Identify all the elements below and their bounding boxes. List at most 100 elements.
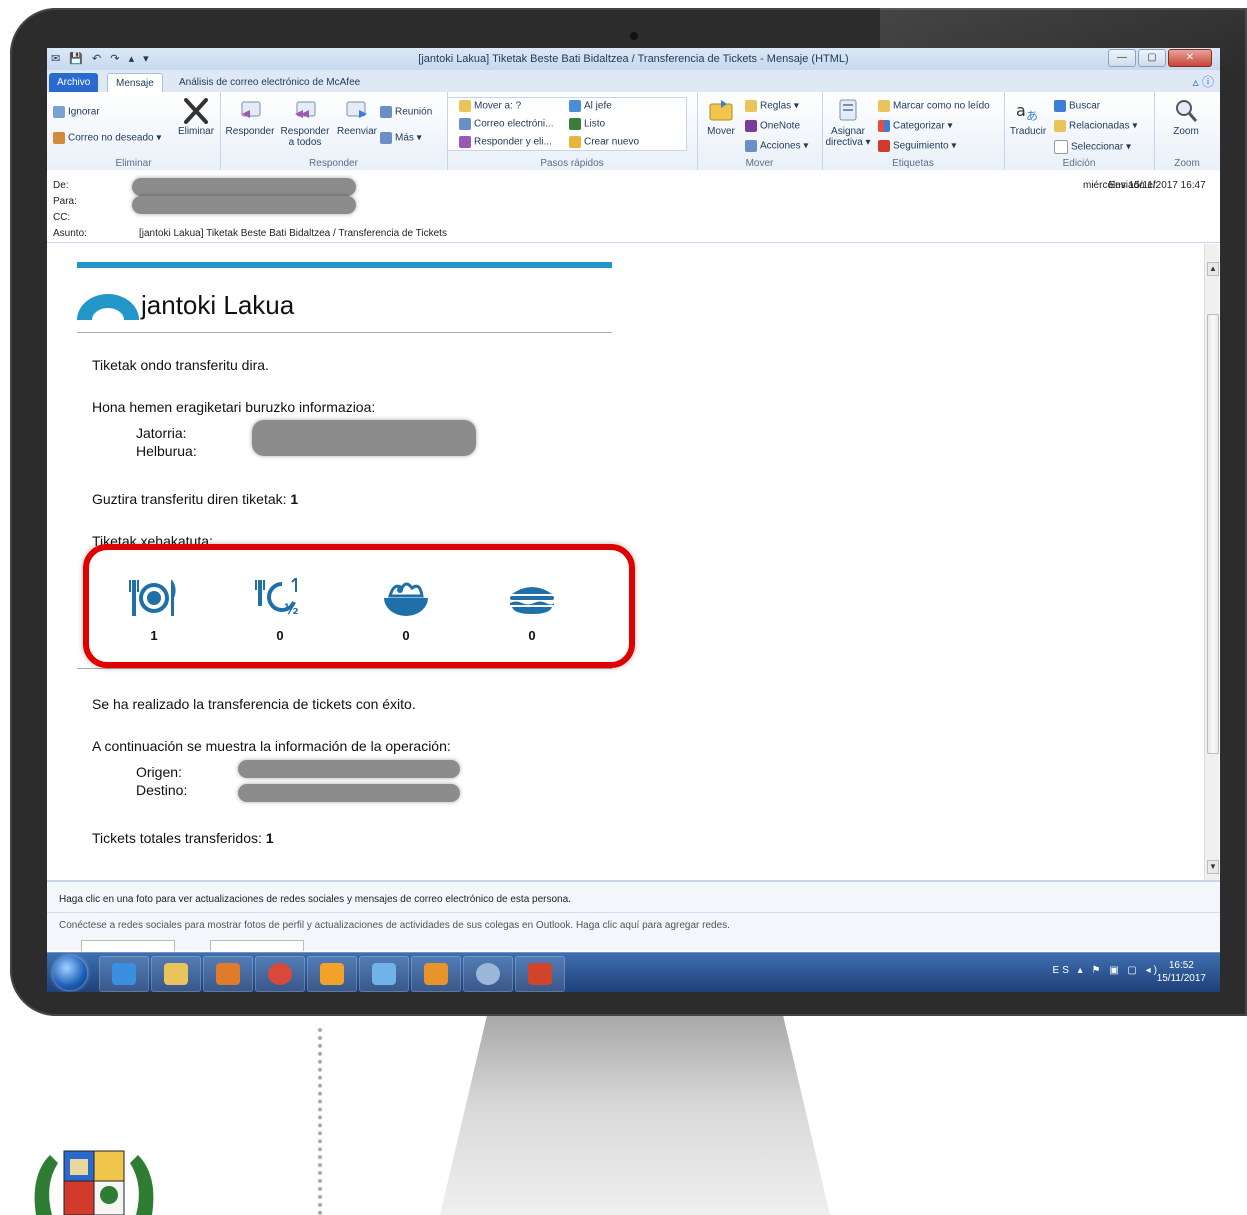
system-tray[interactable]: ES ▴ ⚑ ▣ ▢ ◂) bbox=[1053, 965, 1160, 976]
ribbon-tabs: Archivo Mensaje Análisis de correo elect… bbox=[47, 70, 1220, 93]
find-button[interactable]: Buscar bbox=[1054, 100, 1100, 113]
notes-icon bbox=[372, 963, 396, 985]
people-pane-divider bbox=[47, 912, 1220, 913]
envelope-icon bbox=[878, 100, 890, 112]
eu-total-line: Guztira transferitu diren tiketak: 1 bbox=[92, 491, 299, 507]
group-edicion: aあ Traducir Buscar Relacionadas ▾ Selecc… bbox=[1004, 92, 1155, 170]
delete-button[interactable]: Eliminar bbox=[173, 98, 219, 137]
move-button[interactable]: Mover bbox=[701, 98, 741, 137]
group-label-edicion: Edición bbox=[1062, 158, 1096, 169]
jantoki-logo: jantoki Lakua bbox=[77, 268, 612, 333]
group-mover: Mover Reglas ▾ OneNote Acciones ▾ Mover bbox=[697, 92, 823, 170]
minimize-button[interactable]: — bbox=[1108, 49, 1136, 67]
sent-value: miércoles 15/11/2017 16:47 bbox=[1083, 180, 1206, 191]
screen: ✉ 💾 ↶ ↷ ▴ ▾ [jantoki Lakua] Tiketak Best… bbox=[47, 48, 1220, 992]
quickstep-responder-eli[interactable]: Responder y eli... bbox=[459, 136, 552, 149]
categorize-button[interactable]: Categorizar ▾ bbox=[878, 120, 953, 133]
taskbar-powerpoint[interactable] bbox=[515, 956, 565, 992]
taskbar-clock[interactable]: 16:52 15/11/2017 bbox=[1157, 959, 1206, 985]
redacted-es-origin bbox=[238, 760, 460, 778]
quickstep-crear-nuevo[interactable]: Crear nuevo bbox=[569, 136, 639, 149]
forward-button[interactable]: Reenviar bbox=[334, 98, 380, 137]
actions-button[interactable]: Acciones ▾ bbox=[745, 140, 808, 153]
mark-unread-button[interactable]: Marcar como no leído bbox=[878, 100, 990, 113]
group-responder: Responder Responder a todos Reenviar Reu… bbox=[220, 92, 448, 170]
scroll-thumb[interactable] bbox=[1207, 314, 1219, 754]
group-label-etiquetas: Etiquetas bbox=[892, 158, 934, 169]
group-etiquetas: Asignar directiva ▾ Marcar como no leído… bbox=[822, 92, 1005, 170]
junk-icon bbox=[53, 132, 65, 144]
categories-icon bbox=[878, 120, 890, 132]
meeting-button[interactable]: Reunión bbox=[380, 106, 432, 119]
rules-button[interactable]: Reglas ▾ bbox=[745, 100, 799, 113]
cc-label: CC: bbox=[53, 212, 71, 223]
follow-up-button[interactable]: Seguimiento ▾ bbox=[878, 140, 956, 153]
jantoki-logo-icon bbox=[77, 294, 139, 320]
zoom-button[interactable]: Zoom bbox=[1162, 98, 1210, 137]
select-button[interactable]: Seleccionar ▾ bbox=[1054, 140, 1131, 154]
es-info-text: A continuación se muestra la información… bbox=[92, 738, 451, 754]
translate-button[interactable]: aあ Traducir bbox=[1006, 98, 1050, 137]
taskbar-media[interactable] bbox=[203, 956, 253, 992]
move-folder-icon bbox=[709, 100, 733, 121]
people-photo-1[interactable] bbox=[81, 940, 175, 951]
taskbar-outlook[interactable] bbox=[307, 956, 357, 992]
people-photo-2[interactable] bbox=[210, 940, 304, 951]
subject-value: [jantoki Lakua] Tiketak Beste Bati Bidal… bbox=[139, 228, 447, 239]
close-button[interactable]: ✕ bbox=[1168, 49, 1212, 67]
email-icon bbox=[459, 118, 471, 130]
butterfly-icon bbox=[424, 963, 448, 985]
taskbar-ie[interactable] bbox=[99, 956, 149, 992]
magnifier-icon bbox=[1176, 100, 1198, 122]
scroll-down-arrow[interactable]: ▼ bbox=[1207, 860, 1219, 874]
forward-icon bbox=[346, 101, 367, 118]
tab-archivo[interactable]: Archivo bbox=[49, 73, 99, 92]
group-label-mover: Mover bbox=[745, 158, 774, 169]
message-scrollbar[interactable]: ▲ ▼ bbox=[1204, 244, 1219, 880]
assign-policy-button[interactable]: Asignar directiva ▾ bbox=[824, 98, 872, 148]
taskbar-notes[interactable] bbox=[359, 956, 409, 992]
es-origin-label: Origen: bbox=[136, 764, 182, 780]
group-label-eliminar: Eliminar bbox=[115, 158, 152, 169]
redacted-es-dest bbox=[238, 784, 460, 802]
group-label-pasos: Pasos rápidos bbox=[540, 158, 604, 169]
es-intro-text: Se ha realizado la transferencia de tick… bbox=[92, 696, 416, 712]
forward-boss-icon bbox=[569, 100, 581, 112]
reply-all-button[interactable]: Responder a todos bbox=[278, 98, 332, 148]
media-player-icon bbox=[216, 963, 240, 985]
taskbar-chrome[interactable] bbox=[255, 956, 305, 992]
reply-button[interactable]: Responder bbox=[224, 98, 276, 137]
taskbar-butterfly[interactable] bbox=[411, 956, 461, 992]
people-pane-connect-link[interactable]: Conéctese a redes sociales para mostrar … bbox=[59, 920, 730, 931]
tab-mensaje[interactable]: Mensaje bbox=[107, 73, 163, 93]
start-button[interactable] bbox=[53, 956, 87, 990]
ignorar-button[interactable]: Ignorar bbox=[53, 106, 100, 119]
quickstep-correo[interactable]: Correo electróni... bbox=[459, 118, 553, 131]
rules-icon bbox=[745, 100, 757, 112]
people-pane-hint[interactable]: Haga clic en una foto para ver actualiza… bbox=[59, 894, 571, 905]
quickstep-al-jefe[interactable]: Al jefe bbox=[569, 100, 612, 113]
coat-of-arms-logo bbox=[34, 1150, 154, 1215]
quickstep-listo[interactable]: Listo bbox=[569, 118, 605, 131]
flag-icon bbox=[878, 140, 890, 152]
ribbon: Ignorar Correo no deseado ▾ Eliminar Eli… bbox=[47, 92, 1220, 171]
tab-mcafee[interactable]: Análisis de correo electrónico de McAfee bbox=[171, 73, 368, 92]
reply-delete-icon bbox=[459, 136, 471, 148]
powerpoint-icon bbox=[528, 963, 552, 985]
check-icon bbox=[569, 118, 581, 130]
quickstep-mover-a[interactable]: Mover a: ? bbox=[459, 100, 521, 113]
binoculars-icon bbox=[1054, 100, 1066, 112]
onenote-button[interactable]: OneNote bbox=[745, 120, 800, 133]
related-button[interactable]: Relacionadas ▾ bbox=[1054, 120, 1137, 133]
taskbar-explorer[interactable] bbox=[151, 956, 201, 992]
taskbar-skype[interactable] bbox=[463, 956, 513, 992]
ie-icon bbox=[112, 963, 136, 985]
more-button[interactable]: Más ▾ bbox=[380, 132, 422, 145]
junk-button[interactable]: Correo no deseado ▾ bbox=[53, 132, 161, 145]
scroll-up-arrow[interactable]: ▲ bbox=[1207, 262, 1219, 276]
svg-text:a: a bbox=[1016, 101, 1026, 120]
help-icon[interactable]: ▵ ⓘ bbox=[1193, 73, 1214, 90]
maximize-button[interactable]: ▢ bbox=[1138, 49, 1166, 67]
dotted-divider bbox=[318, 1028, 322, 1215]
email-content: jantoki Lakua bbox=[77, 262, 612, 333]
